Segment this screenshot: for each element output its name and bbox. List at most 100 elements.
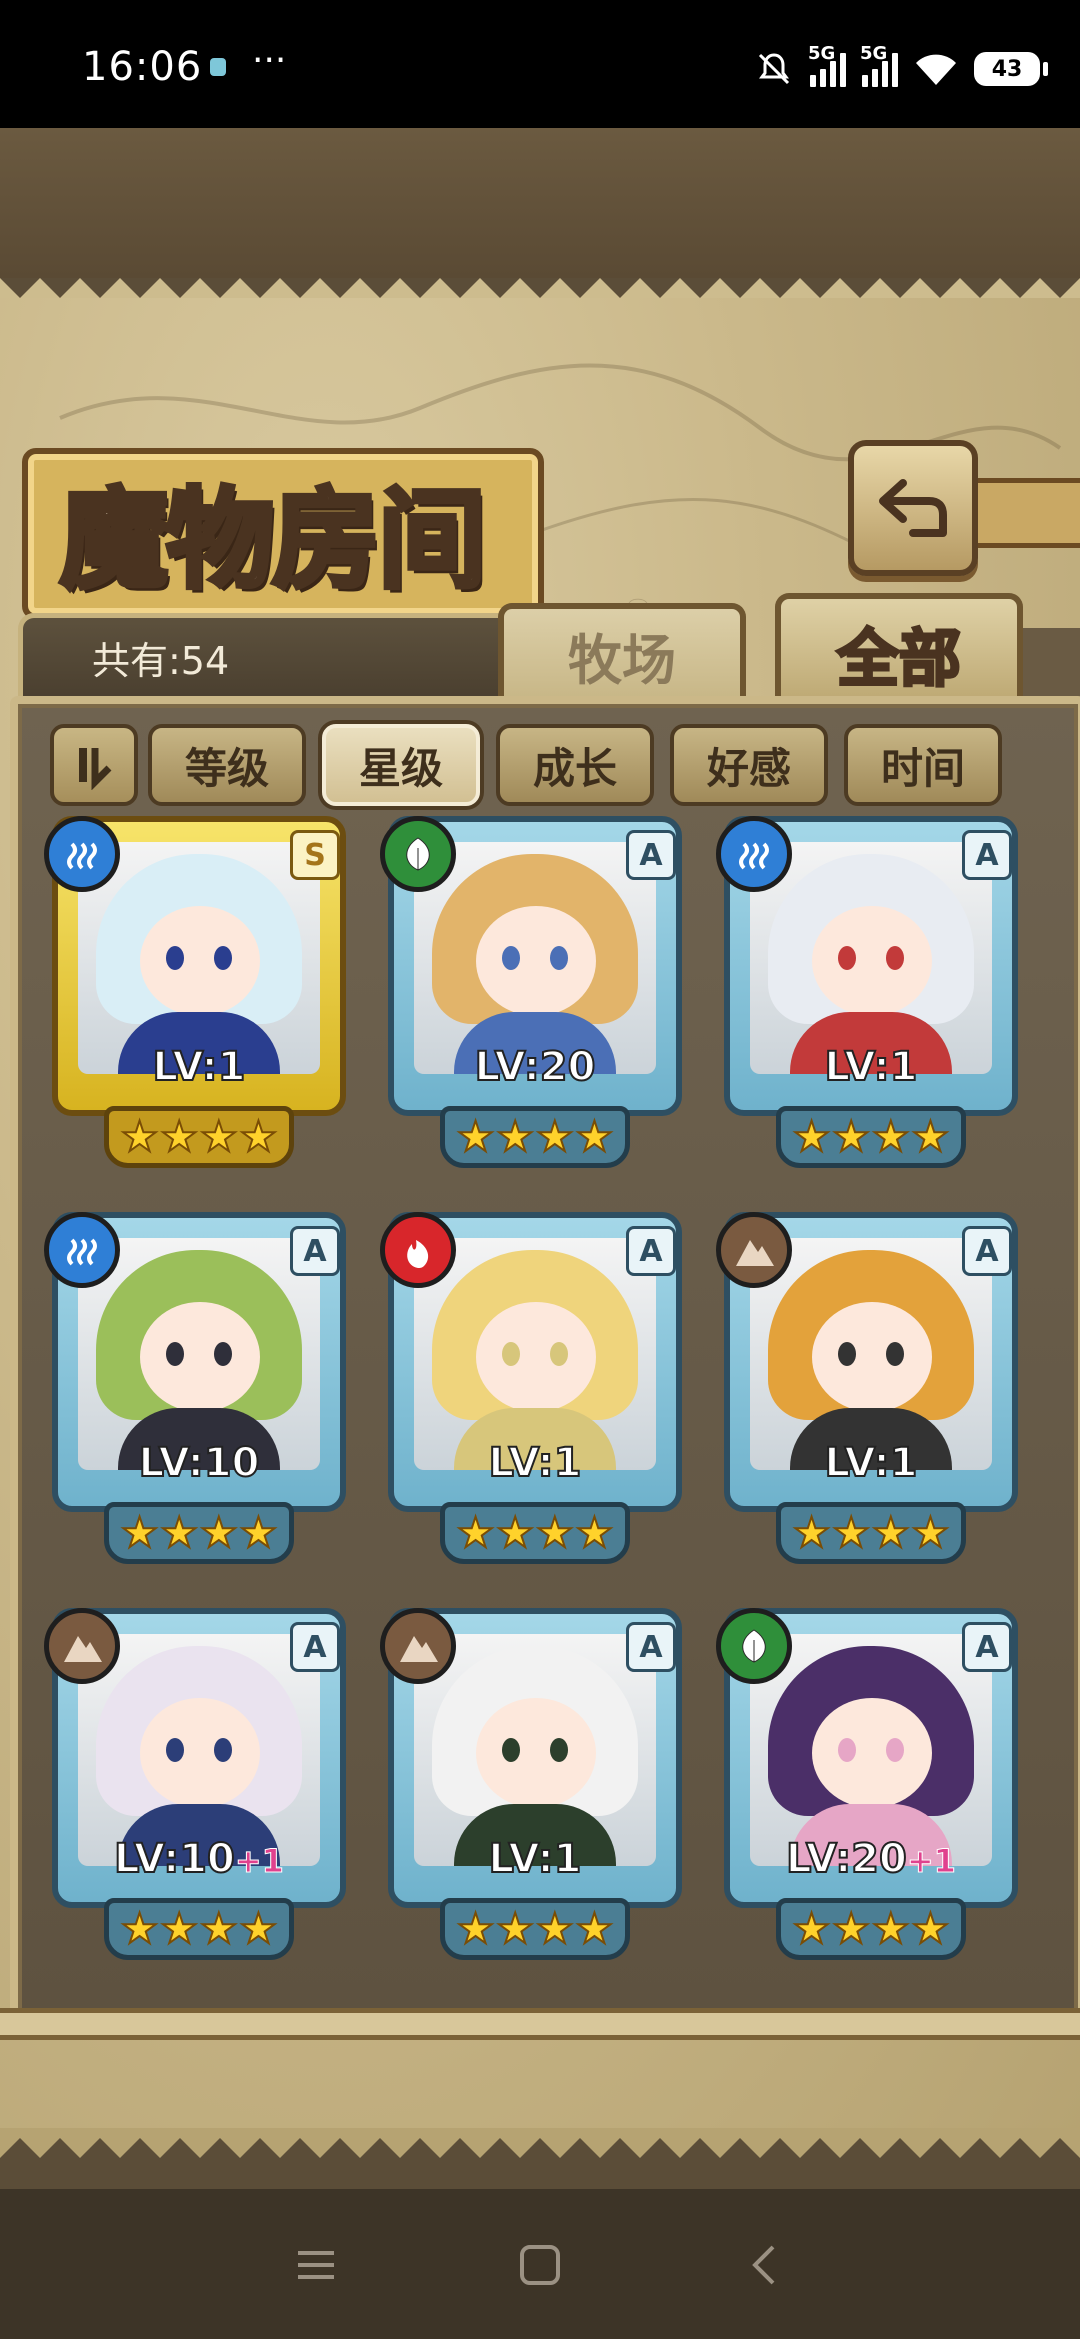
torn-edge-bottom	[0, 2128, 1080, 2158]
back-chevron-icon	[752, 2245, 775, 2285]
nav-back-button[interactable]	[734, 2240, 794, 2290]
signal-icon-2: 5G	[860, 43, 898, 87]
star-icon: ★	[535, 1112, 575, 1161]
rarity-badge: A	[290, 1622, 340, 1672]
status-icons: 5G 5G 43	[754, 43, 1048, 94]
filter-affection[interactable]: 好感	[670, 724, 828, 806]
portrait-eye	[214, 1342, 232, 1366]
star-icon: ★	[239, 1112, 279, 1161]
monster-portrait	[78, 842, 320, 1074]
more-notifications-icon: ···	[252, 40, 287, 81]
earth-element-icon	[380, 1608, 456, 1684]
monster-card[interactable]: LV:1 ★ ★ ★ ★ A	[716, 816, 1026, 1176]
star-icon: ★	[456, 1904, 496, 1953]
level-text: LV:10	[138, 1439, 261, 1487]
rarity-badge: A	[962, 1622, 1012, 1672]
monster-card[interactable]: LV:10+1 ★ ★ ★ ★ A	[44, 1608, 354, 1968]
home-square-icon	[520, 2245, 560, 2285]
tab-all[interactable]: 全部	[775, 593, 1023, 707]
return-arrow-icon	[879, 479, 947, 537]
portrait-face	[476, 906, 596, 1016]
nav-menu-button[interactable]	[286, 2240, 346, 2290]
fire-element-icon	[380, 1212, 456, 1288]
star-icon: ★	[831, 1904, 871, 1953]
portrait-eye	[550, 946, 568, 970]
portrait-eye	[838, 946, 856, 970]
grass-element-icon	[380, 816, 456, 892]
tab-pasture[interactable]: 牧场	[498, 603, 746, 701]
star-rating: ★ ★ ★ ★	[776, 1898, 966, 1960]
star-rating: ★ ★ ★ ★	[104, 1502, 294, 1564]
status-time: 16:06	[82, 44, 203, 90]
star-icon: ★	[911, 1904, 951, 1953]
level-text: LV:1	[488, 1439, 583, 1487]
menu-icon	[298, 2251, 334, 2279]
water-element-icon	[44, 1212, 120, 1288]
star-icon: ★	[120, 1112, 160, 1161]
filter-level[interactable]: 等级	[148, 724, 306, 806]
portrait-eye	[214, 946, 232, 970]
filter-growth[interactable]: 成长	[496, 724, 654, 806]
monster-level: LV:20	[380, 1043, 690, 1091]
sort-filter-bar: 等级 星级 成长 好感 时间	[44, 718, 1044, 806]
filter-star[interactable]: 星级	[322, 724, 480, 806]
star-rating: ★ ★ ★ ★	[776, 1106, 966, 1168]
signal-icon-1: 5G	[808, 43, 846, 87]
portrait-face	[812, 906, 932, 1016]
monster-portrait	[750, 1238, 992, 1470]
portrait-eye	[166, 1738, 184, 1762]
monster-card[interactable]: LV:1 ★ ★ ★ ★ A	[380, 1212, 690, 1572]
water-element-icon	[44, 816, 120, 892]
monster-level: LV:1	[44, 1043, 354, 1091]
monster-card[interactable]: LV:1 ★ ★ ★ ★ A	[716, 1212, 1026, 1572]
monster-card[interactable]: LV:20 ★ ★ ★ ★ A	[380, 816, 690, 1176]
monster-portrait	[414, 1634, 656, 1866]
portrait-eye	[502, 946, 520, 970]
nav-home-button[interactable]	[510, 2240, 570, 2290]
star-rating: ★ ★ ★ ★	[104, 1898, 294, 1960]
monster-count: 共有:54	[92, 639, 230, 683]
star-rating: ★ ★ ★ ★	[440, 1898, 630, 1960]
monster-level: LV:1	[380, 1835, 690, 1883]
portrait-eye	[886, 1738, 904, 1762]
star-icon: ★	[792, 1904, 832, 1953]
portrait-eye	[166, 1342, 184, 1366]
monster-level: LV:10	[44, 1439, 354, 1487]
level-text: LV:20	[785, 1835, 908, 1883]
portrait-face	[812, 1302, 932, 1412]
monster-card[interactable]: LV:1 ★ ★ ★ ★ S	[44, 816, 354, 1176]
star-icon: ★	[575, 1112, 615, 1161]
network-type-2: 5G	[860, 43, 888, 64]
star-icon: ★	[792, 1508, 832, 1557]
star-icon: ★	[575, 1904, 615, 1953]
monster-card[interactable]: LV:1 ★ ★ ★ ★ A	[380, 1608, 690, 1968]
star-icon: ★	[159, 1904, 199, 1953]
return-button[interactable]	[848, 440, 978, 576]
star-icon: ★	[792, 1112, 832, 1161]
game-screen: ☠ 魔物房间 共有:54 牧场 全部 等级 星级 成长 好感 时间	[0, 128, 1080, 2189]
monster-card[interactable]: LV:20+1 ★ ★ ★ ★ A	[716, 1608, 1026, 1968]
portrait-face	[476, 1302, 596, 1412]
star-rating: ★ ★ ★ ★	[440, 1106, 630, 1168]
star-icon: ★	[199, 1112, 239, 1161]
star-icon: ★	[120, 1508, 160, 1557]
sort-order-icon	[79, 748, 112, 790]
star-icon: ★	[535, 1904, 575, 1953]
portrait-eye	[502, 1738, 520, 1762]
star-icon: ★	[831, 1508, 871, 1557]
star-icon: ★	[495, 1904, 535, 1953]
wifi-icon	[916, 54, 956, 85]
portrait-face	[812, 1698, 932, 1808]
mute-bell-icon	[758, 53, 790, 85]
star-icon: ★	[535, 1508, 575, 1557]
filter-time[interactable]: 时间	[844, 724, 1002, 806]
star-rating: ★ ★ ★ ★	[776, 1502, 966, 1564]
star-icon: ★	[871, 1904, 911, 1953]
monster-card[interactable]: LV:10 ★ ★ ★ ★ A	[44, 1212, 354, 1572]
sort-order-button[interactable]	[50, 724, 138, 806]
portrait-eye	[214, 1738, 232, 1762]
star-icon: ★	[239, 1904, 279, 1953]
rarity-badge: A	[962, 830, 1012, 880]
earth-element-icon	[44, 1608, 120, 1684]
star-icon: ★	[871, 1508, 911, 1557]
